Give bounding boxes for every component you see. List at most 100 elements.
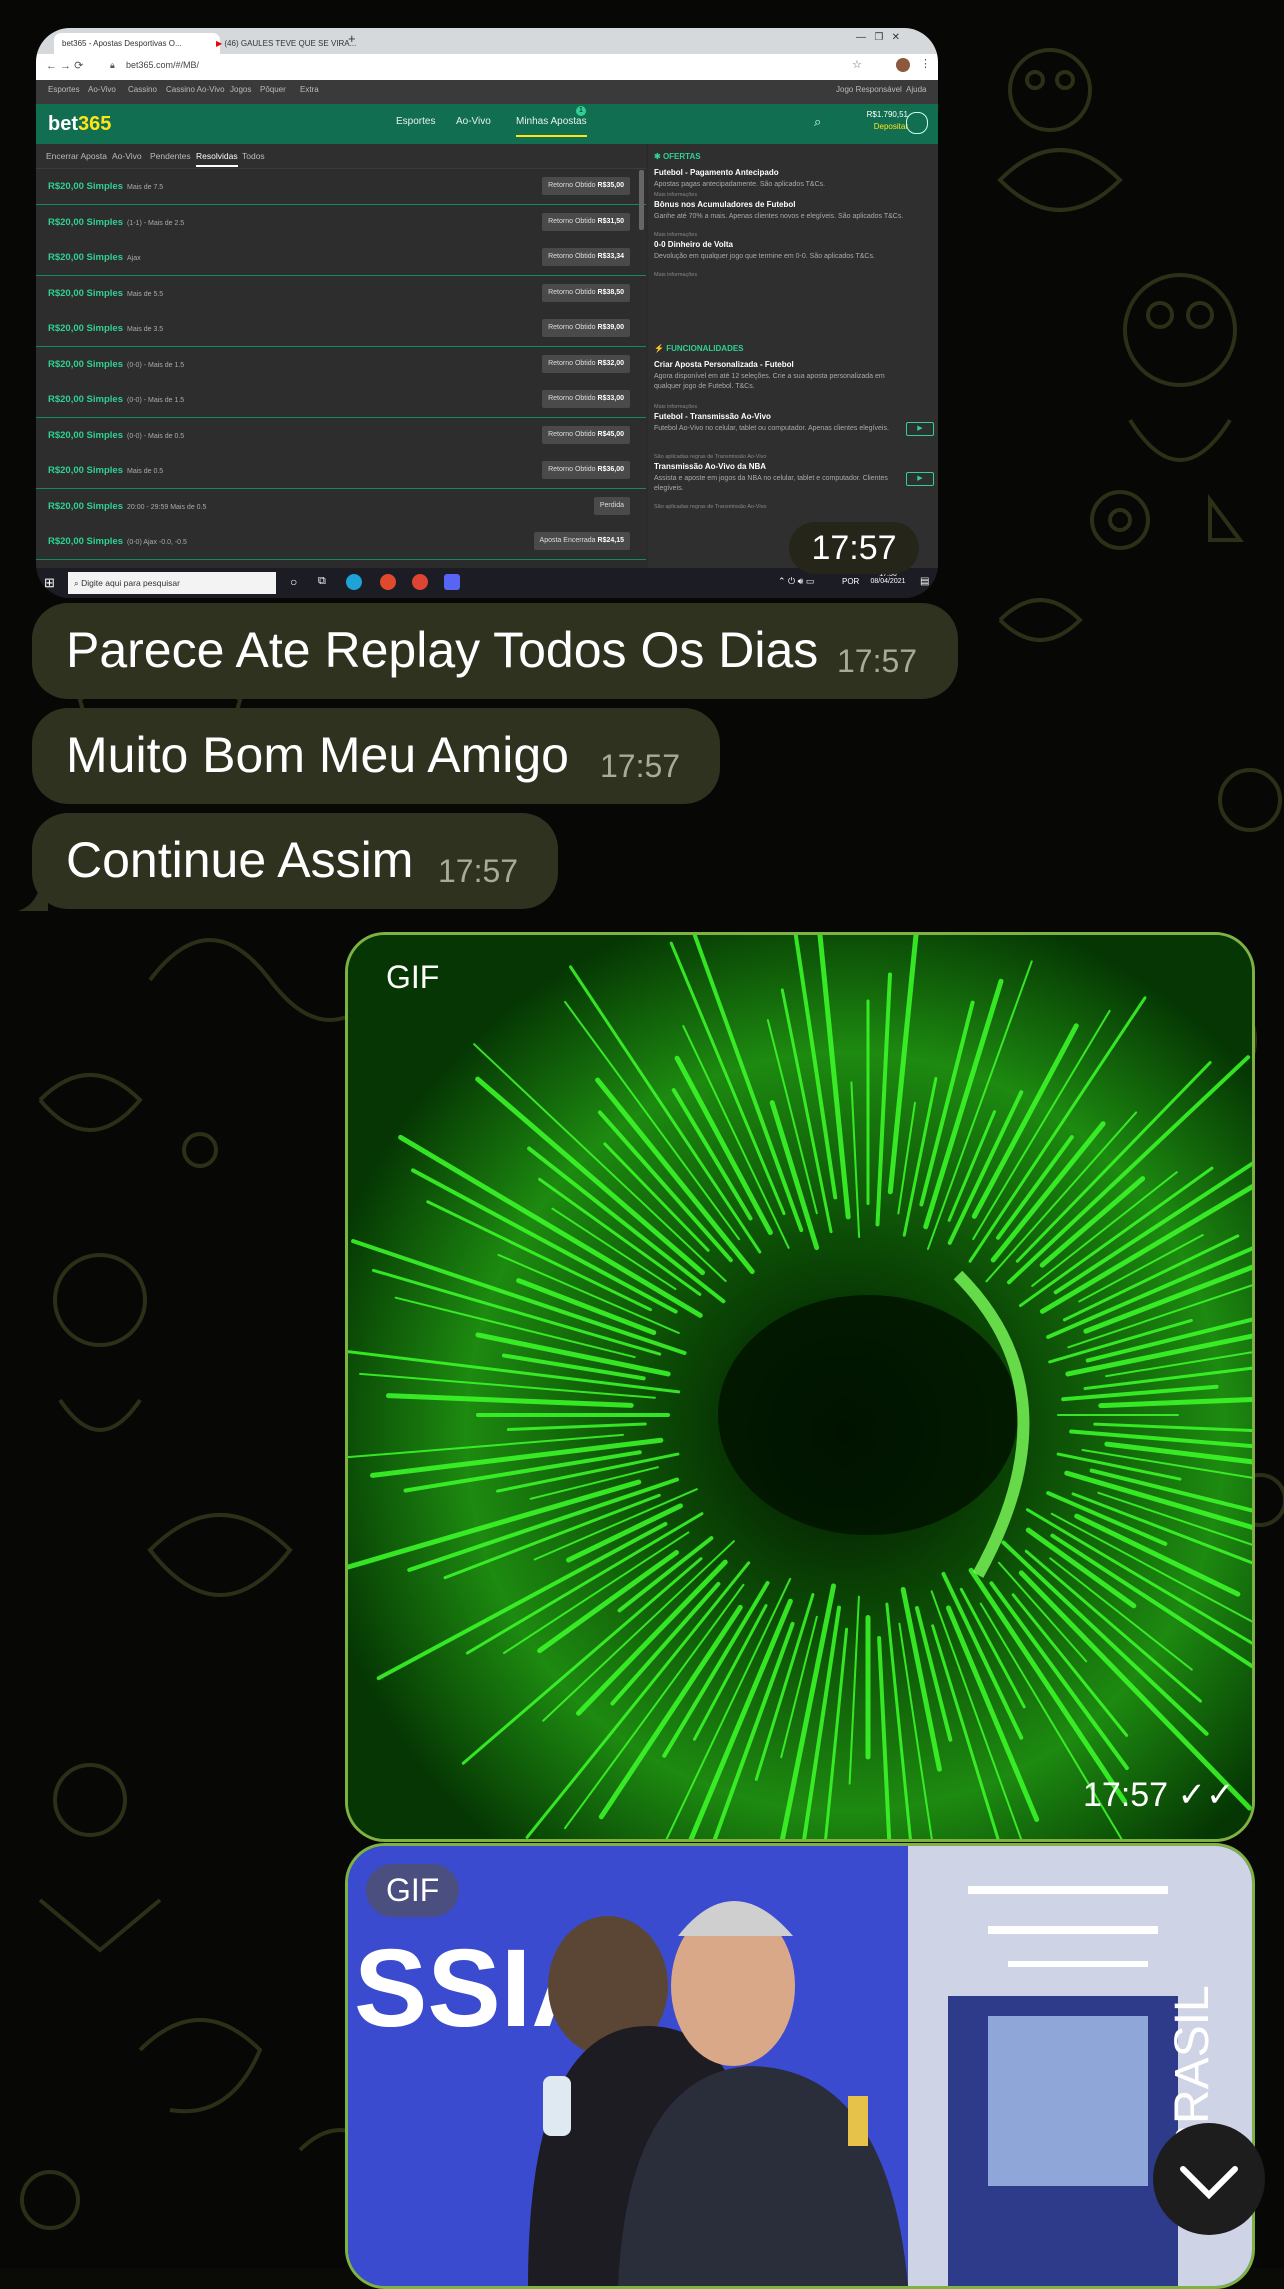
bet-return-badge[interactable]: Perdida — [593, 496, 630, 515]
bet-desc: (0-0) - Mais de 1.5 — [127, 397, 185, 404]
bet-row[interactable]: R$20,00 Simples 20:00 - 29:59 Mais de 0.5… — [36, 488, 646, 525]
bet-desc: Mais de 0.5 — [127, 468, 164, 475]
bet-return-badge[interactable]: Retorno Obtido R$31,50 — [542, 212, 630, 231]
incoming-message-bubble[interactable]: Continue Assim 17:57 — [32, 813, 558, 909]
top-link[interactable]: Ao-Vivo — [88, 85, 116, 94]
bet-title: R$20,00 Simples (0-0) - Mais de 1.5 — [48, 358, 185, 370]
bet365-logo[interactable]: bet365 — [48, 113, 111, 136]
notification-icon[interactable]: ▤ — [920, 576, 929, 587]
top-link[interactable]: Jogos — [230, 85, 251, 94]
gif-message-hug[interactable]: SSIA TM BRASIL GIF — [345, 1843, 1255, 2289]
bet-row[interactable]: R$20,00 Simples Mais de 5.5 Retorno Obtido… — [36, 275, 646, 312]
bet-row[interactable]: R$20,00 Simples Mais de 7.5 Retorno Obtido… — [36, 169, 646, 205]
bet-return-badge[interactable]: Retorno Obtido R$35,00 — [542, 177, 630, 195]
feature-title[interactable]: Criar Aposta Personalizada - Futebol — [654, 360, 794, 369]
address-text[interactable]: bet365.com/#/MB/ — [126, 60, 199, 70]
bets-subtabs: Encerrar Aposta Ao-Vivo Pendentes Resolv… — [36, 144, 646, 169]
bet-return-badge[interactable]: Aposta Encerrada R$24,15 — [533, 532, 630, 550]
incoming-message-bubble[interactable]: Muito Bom Meu Amigo 17:57 — [32, 708, 720, 804]
bet-row[interactable]: R$20,00 Simples Ajax Retorno Obtido R$33,3… — [36, 240, 646, 276]
bet-row[interactable]: R$20,00 Simples (0-0) - Mais de 0.5 Retorn… — [36, 417, 646, 454]
bet-desc: (1-1) - Mais de 2.5 — [127, 219, 185, 227]
deposit-link[interactable]: Depositar — [862, 122, 908, 131]
more-info-link[interactable]: Mais informações — [654, 232, 697, 238]
bet-return-badge[interactable]: Retorno Obtido R$45,00 — [542, 425, 630, 444]
bet-return-badge[interactable]: Retorno Obtido R$33,34 — [542, 248, 630, 266]
bet-return-badge[interactable]: Retorno Obtido R$36,00 — [542, 461, 630, 479]
top-link[interactable]: Jogo Responsável — [836, 85, 902, 94]
gif-timestamp: 17:57 ✓✓ — [1083, 1776, 1235, 1814]
profile-avatar[interactable] — [896, 58, 910, 72]
bet-list-scrollbar[interactable] — [639, 170, 644, 230]
offer-desc: Apostas pagas antecipadamente. São aplic… — [654, 181, 826, 188]
scroll-to-bottom-button[interactable] — [1153, 2123, 1265, 2235]
gif-message-laser-eye[interactable]: GIF 17:57 ✓✓ — [345, 932, 1255, 1842]
offer-title[interactable]: Bônus nos Acumuladores de Futebol — [654, 200, 796, 209]
features-heading: ⚡ FUNCIONALIDADES — [654, 344, 744, 353]
top-link[interactable]: Esportes — [48, 85, 80, 94]
bet-return-badge[interactable]: Retorno Obtido R$33,00 — [542, 390, 630, 408]
play-icon[interactable]: ▶ — [906, 422, 934, 436]
tab-pendentes[interactable]: Pendentes — [150, 151, 191, 161]
bet-row[interactable]: R$20,00 Simples (0-0) Ajax -0.0, -0.5 Apos… — [36, 524, 646, 560]
discord-icon[interactable] — [444, 574, 460, 590]
bet-row[interactable]: R$20,00 Simples (0-0) - Mais de 1.5 Retorn… — [36, 382, 646, 418]
new-tab-icon[interactable]: + — [348, 31, 356, 46]
windows-start-icon[interactable]: ⊞ — [44, 575, 55, 591]
browser-tab-bet365[interactable]: bet365 - Apostas Desportivas O... — [54, 33, 220, 54]
bet-return-badge[interactable]: Retorno Obtido R$39,00 — [542, 319, 630, 337]
bet-row[interactable]: R$20,00 Simples (0-0) - Mais de 1.5 Retorn… — [36, 346, 646, 383]
nav-ao-vivo[interactable]: Ao-Vivo — [456, 116, 491, 127]
top-link[interactable]: Cassino Ao-Vivo — [166, 85, 225, 94]
app-icon[interactable] — [412, 574, 428, 590]
back-forward-reload-icon[interactable]: ← → ⟳ — [46, 59, 83, 72]
taskbar-search[interactable]: ⌕ Digite aqui para pesquisar — [68, 572, 276, 594]
more-info-link[interactable]: Mais informações — [654, 404, 697, 410]
more-info-link[interactable]: Mais informações — [654, 272, 697, 278]
bet-row[interactable]: R$20,00 Simples Mais de 3.5 Retorno Obtido… — [36, 311, 646, 347]
bet-return-value: R$45,00 — [597, 430, 624, 438]
bet-return-badge[interactable]: Retorno Obtido R$38,50 — [542, 283, 630, 302]
offer-title[interactable]: Futebol - Pagamento Antecipado — [654, 168, 779, 177]
offer-title[interactable]: 0-0 Dinheiro de Volta — [654, 240, 733, 249]
tab-ao-vivo[interactable]: Ao-Vivo — [112, 151, 142, 161]
browser-tab-strip: bet365 - Apostas Desportivas O... ▶ (46)… — [36, 28, 938, 54]
browser-menu-icon[interactable]: ⋮ — [920, 57, 931, 70]
edge-icon[interactable] — [346, 574, 362, 590]
bet-title: R$20,00 Simples Mais de 3.5 — [48, 323, 164, 334]
account-balance[interactable]: R$1.790,51 — [858, 110, 908, 119]
feature-title[interactable]: Futebol - Transmissão Ao-Vivo — [654, 412, 771, 421]
chrome-icon[interactable] — [380, 574, 396, 590]
lock-icon: 🔒︎ — [110, 60, 115, 70]
screenshot-image-message[interactable]: bet365 - Apostas Desportivas O... ▶ (46)… — [36, 28, 938, 598]
star-icon[interactable]: ☆ — [852, 58, 862, 71]
system-tray-icons[interactable]: ⌃ ⏻ 🔊︎ ▭ — [778, 576, 814, 587]
language-indicator[interactable]: POR — [842, 577, 859, 586]
nav-esportes[interactable]: Esportes — [396, 116, 435, 127]
play-icon[interactable]: ▶ — [906, 472, 934, 486]
user-account-icon[interactable] — [906, 112, 928, 134]
top-link[interactable]: Extra — [300, 85, 319, 94]
tab-todos[interactable]: Todos — [242, 151, 265, 161]
bet-row[interactable]: R$20,00 Simples (1-1) - Mais de 2.5 Retorn… — [36, 204, 646, 241]
message-time: 17:57 — [837, 643, 918, 679]
top-link[interactable]: Cassino — [128, 85, 157, 94]
nav-minhas-apostas[interactable]: Minhas Apostas — [516, 116, 587, 137]
feature-title[interactable]: Transmissão Ao-Vivo da NBA — [654, 462, 766, 471]
top-link[interactable]: Ajuda — [906, 85, 926, 94]
bet-desc: Mais de 3.5 — [127, 326, 164, 333]
offers-heading: ✱ OFERTAS — [654, 152, 701, 161]
bet-row[interactable]: R$20,00 Simples Mais de 0.5 Retorno Obtido… — [36, 453, 646, 489]
tab-encerrar-aposta[interactable]: Encerrar Aposta — [46, 151, 107, 161]
tab-resolvidas[interactable]: Resolvidas — [196, 151, 238, 167]
message-text: Continue Assim — [66, 832, 414, 888]
bet-return-label: Retorno Obtido — [548, 217, 596, 225]
cortana-icon[interactable]: ○ — [290, 575, 297, 589]
bet-return-badge[interactable]: Retorno Obtido R$32,00 — [542, 354, 630, 373]
search-icon[interactable]: ⌕ — [814, 114, 821, 130]
incoming-message-bubble[interactable]: Parece Ate Replay Todos Os Dias 17:57 — [32, 603, 958, 699]
task-view-icon[interactable]: ⧉ — [318, 575, 326, 588]
top-link[interactable]: Pôquer — [260, 85, 286, 94]
more-info-link[interactable]: Mais informações — [654, 192, 697, 198]
window-controls-icon[interactable]: — ❐ ✕ — [856, 32, 900, 43]
